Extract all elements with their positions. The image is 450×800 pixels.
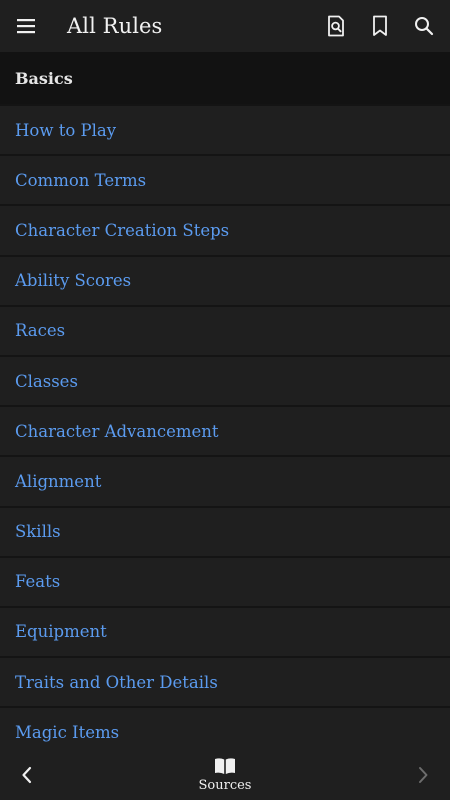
rule-item-ability-scores[interactable]: Ability Scores (0, 254, 450, 305)
sources-label: Sources (198, 778, 252, 793)
book-icon (215, 758, 235, 774)
rules-list: How to Play Common Terms Character Creat… (0, 104, 450, 752)
search-button[interactable] (402, 0, 446, 52)
sources-button[interactable]: Sources (198, 750, 252, 800)
bookmark-button[interactable] (358, 0, 402, 52)
forward-button[interactable] (396, 750, 450, 800)
rule-item-equipment[interactable]: Equipment (0, 605, 450, 656)
rule-item-character-creation-steps[interactable]: Character Creation Steps (0, 204, 450, 254)
rule-item-classes[interactable]: Classes (0, 354, 450, 405)
rule-item-character-advancement[interactable]: Character Advancement (0, 405, 450, 455)
bottom-bar: Sources (0, 750, 450, 800)
app-bar: All Rules (0, 0, 450, 52)
rule-item-races[interactable]: Races (0, 304, 450, 355)
rule-item-skills[interactable]: Skills (0, 505, 450, 556)
bookmark-icon (373, 15, 387, 36)
rule-item-alignment[interactable]: Alignment (0, 455, 450, 505)
rule-item-feats[interactable]: Feats (0, 555, 450, 606)
menu-button[interactable] (0, 0, 52, 52)
rule-item-magic-items[interactable]: Magic Items (0, 706, 450, 752)
chevron-right-icon (419, 767, 428, 783)
search-icon (415, 17, 434, 36)
menu-icon (17, 19, 35, 34)
chevron-left-icon (22, 766, 32, 784)
rule-item-how-to-play[interactable]: How to Play (0, 104, 450, 154)
back-button[interactable] (0, 750, 54, 800)
section-header-basics: Basics (0, 52, 450, 104)
page-title: All Rules (67, 14, 163, 38)
rule-item-traits-and-other-details[interactable]: Traits and Other Details (0, 656, 450, 706)
rule-item-common-terms[interactable]: Common Terms (0, 154, 450, 204)
search-document-button[interactable] (314, 0, 358, 52)
search-document-icon (328, 15, 344, 37)
